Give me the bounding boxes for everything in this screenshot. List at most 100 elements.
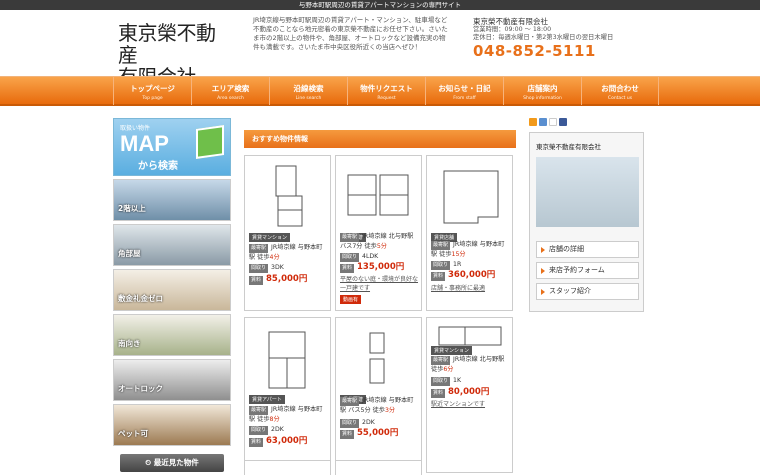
category-2f-up[interactable]: 2階以上	[113, 179, 231, 221]
shop-photo	[536, 157, 639, 227]
station-row: 最寄駅 JR埼京線 与野本町駅 徒歩8分	[249, 405, 327, 424]
layout-row: 間取り 4LDK	[340, 252, 418, 262]
layout-tag: 間取り	[249, 426, 269, 435]
phone-number[interactable]: 048-852-5111	[473, 42, 596, 60]
map-banner-sub: から検索	[138, 161, 178, 172]
walk-time: 6分	[443, 366, 454, 373]
category-corner-room[interactable]: 角部屋	[113, 224, 231, 266]
station-tag: 最寄駅	[431, 356, 451, 365]
category-label: 角部屋	[118, 249, 141, 258]
property-card[interactable]: 賃貸マンション 最寄駅 JR埼京線 北与野駅 徒歩6分 間取り 1K 賃料 80,00…	[426, 317, 513, 473]
logo-line1: 東京榮不動産	[118, 21, 216, 67]
rss-icon[interactable]	[529, 118, 537, 126]
shop-detail-button[interactable]: 店舗の詳細	[536, 241, 639, 258]
floorplan-image	[249, 322, 326, 396]
property-note[interactable]: 駅近マンションです	[431, 400, 509, 409]
property-type: 賃貸マンション	[431, 346, 473, 355]
layout-tag: 間取り	[249, 264, 269, 273]
category-south-facing[interactable]: 南向き	[113, 314, 231, 356]
walk-time: 4分	[269, 254, 280, 261]
recommended-heading: おすすめ物件情報	[244, 130, 516, 148]
nav-top[interactable]: トップページ Top page	[113, 77, 191, 105]
property-card[interactable]	[335, 460, 422, 475]
property-note[interactable]: 店舗・事務所に最適	[431, 284, 509, 293]
layout-value: 3DK	[271, 264, 284, 271]
category-autolock[interactable]: オートロック	[113, 359, 231, 401]
property-note[interactable]: 平屋のない庭・環境が良好な一戸建です	[340, 275, 418, 293]
layout-value: 2DK	[271, 426, 284, 433]
intro-text: JR埼京線与野本町駅周辺の賃貸アパート・マンション、駐車場など不動産のことなら地…	[253, 16, 448, 51]
rent-tag: 賃料	[340, 430, 355, 439]
map-banner-title: MAP	[120, 131, 169, 156]
nav-line[interactable]: 沿線検索 Line search	[269, 77, 347, 105]
layout-value: 4LDK	[362, 253, 379, 260]
shop-sidebar: 東京榮不動産有限会社 店舗の詳細 来店予約フォーム スタッフ紹介	[529, 132, 644, 312]
rent-row: 賃料 135,000円	[340, 263, 418, 273]
nav-sub: Line search	[295, 96, 322, 101]
layout-tag: 間取り	[431, 377, 451, 386]
video-badge: 動画有	[340, 295, 362, 304]
nav-label: 沿線検索	[293, 84, 324, 93]
station-tag: 最寄駅	[249, 406, 269, 415]
property-card[interactable]: 賃貸戸建 最寄駅JR埼京線 北与野駅 バス7分 徒歩5分 間取り4LDK 賃料1…	[335, 155, 422, 311]
rent-value: 80,000円	[448, 387, 490, 397]
bookmark-icon[interactable]	[539, 118, 547, 126]
nav-shop[interactable]: 店舗案内 Shop information	[503, 77, 581, 105]
closed-text: 定休日：毎週水曜日・第2第3水曜日の翌日木曜日	[473, 34, 614, 41]
layout-value: 1R	[453, 261, 462, 268]
nav-sub: Top page	[142, 96, 163, 101]
rent-value: 135,000円	[357, 262, 405, 272]
shop-title: 東京榮不動産有限会社	[536, 143, 601, 151]
nav-label: 物件リクエスト	[360, 84, 413, 93]
rent-value: 360,000円	[448, 270, 496, 280]
nav-label: 店舗案内	[527, 84, 558, 93]
rent-row: 賃料 63,000円	[249, 437, 327, 447]
visit-reservation-button[interactable]: 来店予約フォーム	[536, 262, 639, 279]
main-nav: トップページ Top page エリア検索 Area search 沿線検索 Line…	[0, 76, 760, 106]
walk-time: 3分	[385, 407, 396, 414]
property-card[interactable]: 賃貸アパート 最寄駅 JR埼京線 与野本町駅 徒歩8分 間取り 2DK 賃料 63,0…	[244, 317, 331, 473]
station-row: 最寄駅 JR埼京線 与野本町駅 徒歩15分	[431, 240, 509, 259]
property-card[interactable]: 賃貸マンション 最寄駅 JR埼京線 与野本町駅 徒歩4分 間取り 3DK 賃料 85,…	[244, 155, 331, 311]
property-card[interactable]: 賃貸戸建 最寄駅JR埼京線 与野本町駅 バス5分 徒歩3分 間取り2DK 賃料5…	[335, 317, 422, 473]
staff-intro-button[interactable]: スタッフ紹介	[536, 283, 639, 300]
category-label: 敷金礼金ゼロ	[118, 294, 163, 303]
category-label: ペット可	[118, 429, 148, 438]
floorplan-image	[340, 160, 417, 234]
category-label: オートロック	[118, 384, 163, 393]
rent-value: 55,000円	[357, 428, 399, 438]
facebook-icon[interactable]	[559, 118, 567, 126]
layout-row: 間取り 1K	[431, 376, 509, 386]
map-search-banner[interactable]: 取扱い物件 MAP から検索	[113, 118, 231, 176]
nav-request[interactable]: 物件リクエスト Request	[347, 77, 425, 105]
rent-tag: 賃料	[431, 389, 446, 398]
recent-viewed-button[interactable]: ⏲ 最近見た物件	[120, 454, 224, 472]
layout-row: 間取り 2DK	[249, 425, 327, 435]
walk-time: 5分	[376, 243, 387, 250]
layout-tag: 間取り	[431, 261, 451, 270]
social-icons	[529, 118, 589, 128]
nav-sub: Request	[377, 96, 396, 101]
property-type: 賃貸マンション	[249, 233, 291, 242]
property-card[interactable]	[244, 460, 331, 475]
layout-tag: 間取り	[340, 419, 360, 428]
business-hours: 営業時間：09:00 ～ 18:00 定休日：毎週水曜日・第2第3水曜日の翌日木…	[473, 26, 673, 42]
station-tag: 最寄駅	[249, 244, 269, 253]
nav-news[interactable]: お知らせ・日記 From staff	[425, 77, 503, 105]
rent-tag: 賃料	[340, 264, 355, 273]
nav-sub: Shop information	[523, 96, 562, 101]
nav-area[interactable]: エリア検索 Area search	[191, 77, 269, 105]
rent-tag: 賃料	[249, 276, 264, 285]
walk-time: 15分	[451, 251, 466, 258]
rent-value: 63,000円	[266, 436, 308, 446]
category-no-deposit[interactable]: 敷金礼金ゼロ	[113, 269, 231, 311]
nav-label: お問合わせ	[601, 84, 639, 93]
category-pet-ok[interactable]: ペット可	[113, 404, 231, 446]
rent-value: 85,000円	[266, 274, 308, 284]
nav-contact[interactable]: お問合わせ Contact us	[581, 77, 659, 105]
property-card[interactable]: 賃貸店舗 最寄駅 JR埼京線 与野本町駅 徒歩15分 間取り 1R 賃料 360,00…	[426, 155, 513, 311]
google-icon[interactable]	[549, 118, 557, 126]
floorplan-image	[249, 160, 326, 234]
station-row: 最寄駅 JR埼京線 与野本町駅 バス5分 徒歩3分	[340, 396, 418, 415]
nav-label: エリア検索	[211, 84, 250, 93]
